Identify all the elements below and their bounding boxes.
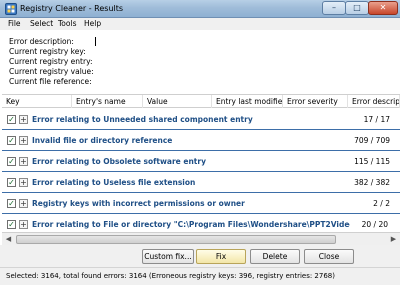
expand-icon[interactable]: + bbox=[19, 199, 28, 208]
current-file-reference-label: Current file reference: bbox=[9, 77, 92, 86]
results-table-header: Key Entry's name Value Entry last modifi… bbox=[2, 94, 400, 108]
column-header-key[interactable]: Key bbox=[2, 95, 72, 108]
error-group-count: 17 / 17 bbox=[363, 115, 390, 124]
current-registry-value-label: Current registry value: bbox=[9, 67, 94, 76]
current-registry-key-label: Current registry key: bbox=[9, 47, 86, 56]
current-registry-entry-label: Current registry entry: bbox=[9, 57, 93, 66]
expand-icon[interactable]: + bbox=[19, 178, 28, 187]
menu-select[interactable]: Select bbox=[30, 19, 53, 28]
expand-icon[interactable]: + bbox=[19, 220, 28, 229]
column-header-last-modified[interactable]: Entry last modified bbox=[212, 95, 283, 108]
text-caret bbox=[95, 37, 96, 46]
error-group-count: 115 / 115 bbox=[354, 157, 390, 166]
error-group-row[interactable]: ✓ + Error relating to File or directory … bbox=[2, 214, 400, 232]
error-group-count: 382 / 382 bbox=[354, 178, 390, 187]
column-header-description[interactable]: Error descrip bbox=[348, 95, 400, 108]
close-icon: ✕ bbox=[379, 3, 387, 12]
row-checkbox[interactable]: ✓ bbox=[7, 220, 16, 229]
menu-help[interactable]: Help bbox=[84, 19, 101, 28]
row-checkbox[interactable]: ✓ bbox=[7, 115, 16, 124]
menu-bar: File Select Tools Help bbox=[0, 18, 400, 30]
error-group-row[interactable]: ✓ + Registry keys with incorrect permiss… bbox=[2, 193, 400, 214]
error-group-row[interactable]: ✓ + Error relating to Obsolete software … bbox=[2, 151, 400, 172]
row-checkbox[interactable]: ✓ bbox=[7, 178, 16, 187]
action-bar: Custom fix... Fix Delete Close bbox=[0, 245, 400, 267]
column-header-entry-name[interactable]: Entry's name bbox=[72, 95, 143, 108]
expand-icon[interactable]: + bbox=[19, 136, 28, 145]
error-details-panel: Error description: Current registry key:… bbox=[0, 30, 400, 90]
error-group-label: Error relating to Obsolete software entr… bbox=[32, 157, 206, 166]
maximize-button[interactable]: □ bbox=[345, 1, 369, 15]
status-bar: Selected: 3164, total found errors: 3164… bbox=[0, 267, 400, 285]
custom-fix-button[interactable]: Custom fix... bbox=[142, 249, 194, 264]
error-group-count: 2 / 2 bbox=[373, 199, 390, 208]
expand-icon[interactable]: + bbox=[19, 157, 28, 166]
minimize-button[interactable]: – bbox=[322, 1, 346, 15]
title-bar: Registry Cleaner - Results – □ ✕ bbox=[0, 0, 400, 18]
window-title: Registry Cleaner - Results bbox=[20, 4, 124, 13]
minimize-icon: – bbox=[332, 3, 336, 12]
menu-file[interactable]: File bbox=[8, 19, 21, 28]
error-group-row[interactable]: ✓ + Invalid file or directory reference … bbox=[2, 130, 400, 151]
close-button[interactable]: Close bbox=[304, 249, 354, 264]
error-group-row[interactable]: ✓ + Error relating to Useless file exten… bbox=[2, 172, 400, 193]
column-header-severity[interactable]: Error severity bbox=[283, 95, 348, 108]
registry-cleaner-app-icon bbox=[5, 3, 17, 15]
expand-icon[interactable]: + bbox=[19, 115, 28, 124]
menu-tools[interactable]: Tools bbox=[58, 19, 76, 28]
error-group-count: 709 / 709 bbox=[354, 136, 390, 145]
row-checkbox[interactable]: ✓ bbox=[7, 136, 16, 145]
delete-button[interactable]: Delete bbox=[250, 249, 300, 264]
scrollbar-thumb[interactable] bbox=[16, 235, 336, 244]
maximize-icon: □ bbox=[353, 3, 361, 12]
fix-button[interactable]: Fix bbox=[196, 249, 246, 264]
error-group-label: Error relating to File or directory "C:\… bbox=[32, 220, 350, 229]
error-group-label: Invalid file or directory reference bbox=[32, 136, 173, 145]
error-group-row[interactable]: ✓ + Error relating to Unneeded shared co… bbox=[2, 109, 400, 130]
error-group-label: Error relating to Useless file extension bbox=[32, 178, 196, 187]
column-header-value[interactable]: Value bbox=[143, 95, 212, 108]
scroll-left-icon[interactable]: ◀ bbox=[3, 234, 14, 245]
error-group-count: 20 / 20 bbox=[361, 220, 388, 229]
scroll-right-icon[interactable]: ▶ bbox=[388, 234, 399, 245]
row-checkbox[interactable]: ✓ bbox=[7, 199, 16, 208]
error-group-label: Registry keys with incorrect permissions… bbox=[32, 199, 245, 208]
row-checkbox[interactable]: ✓ bbox=[7, 157, 16, 166]
close-window-button[interactable]: ✕ bbox=[368, 1, 398, 15]
error-group-label: Error relating to Unneeded shared compon… bbox=[32, 115, 253, 124]
status-text: Selected: 3164, total found errors: 3164… bbox=[6, 272, 335, 280]
horizontal-scrollbar[interactable]: ◀ ▶ bbox=[2, 232, 400, 245]
error-description-label: Error description: bbox=[9, 37, 74, 46]
results-list: ✓ + Error relating to Unneeded shared co… bbox=[2, 108, 400, 232]
